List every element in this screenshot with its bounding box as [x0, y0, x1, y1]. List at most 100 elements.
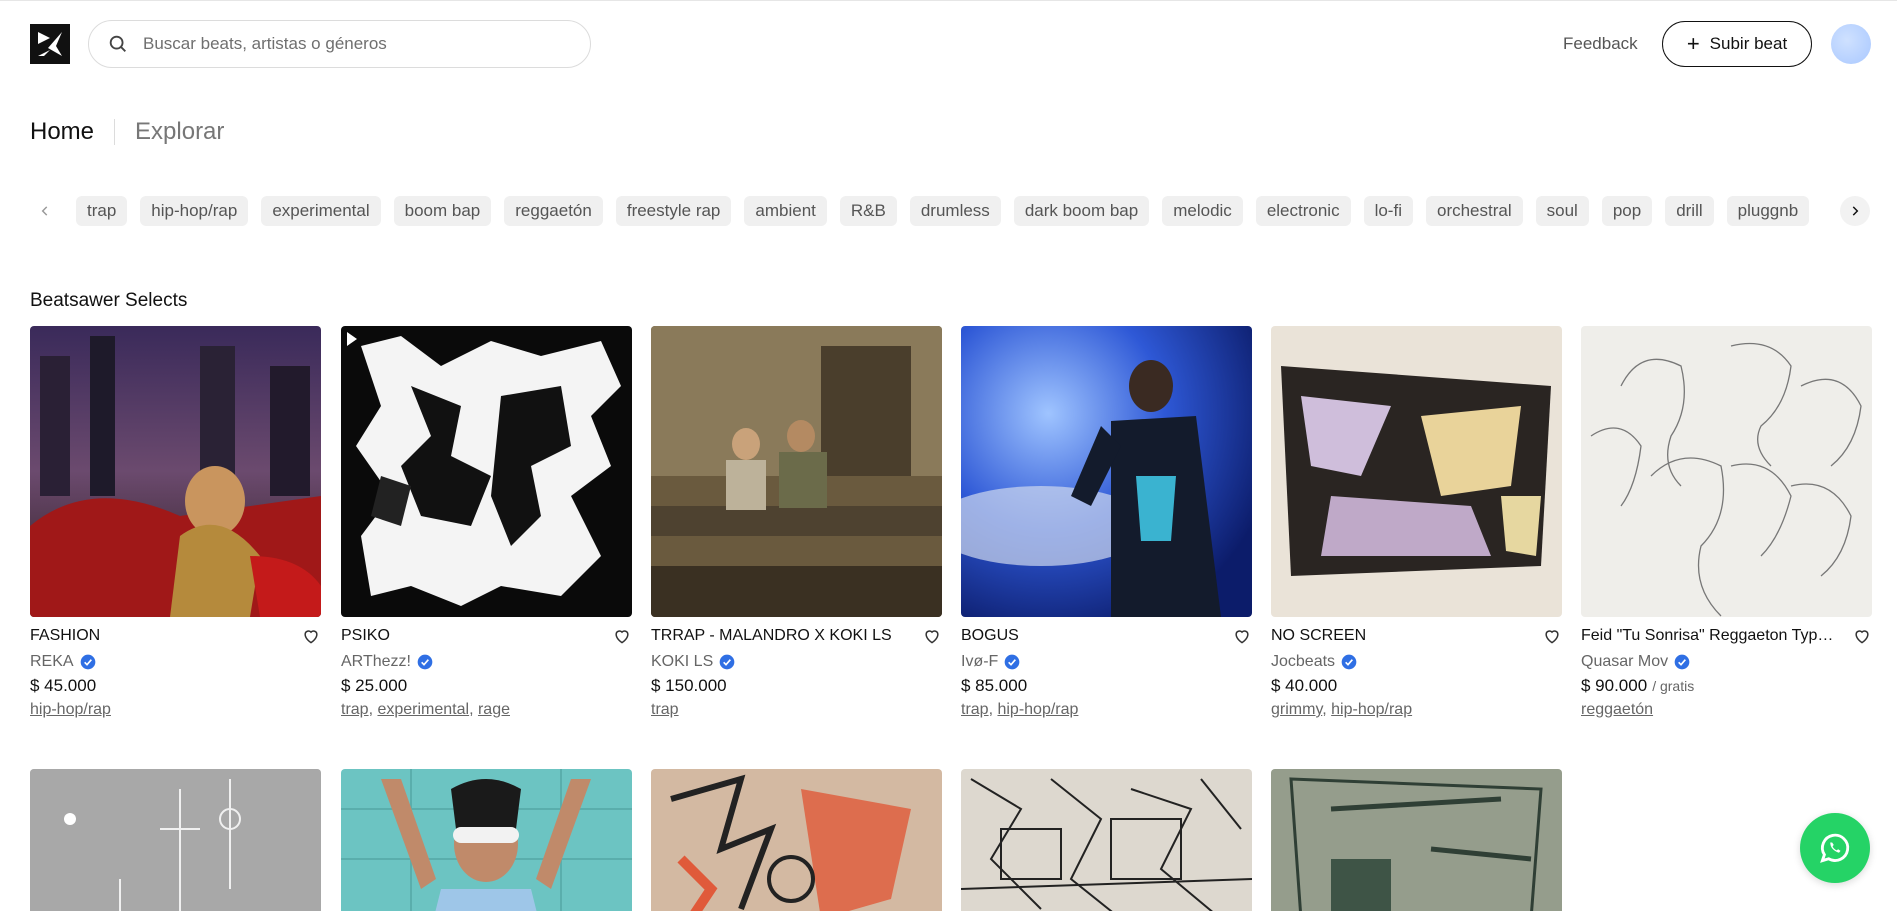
genre-tag[interactable]: trap	[961, 701, 989, 718]
beat-price: $ 90.000	[1581, 676, 1648, 695]
beat-price: $ 25.000	[341, 676, 408, 695]
beat-card[interactable]: PSIKO ARThezz! $ 25.000 trap, experiment…	[341, 326, 632, 719]
genre-chip[interactable]: melodic	[1162, 196, 1243, 226]
section-title: Beatsawer Selects	[30, 290, 188, 311]
genre-tag[interactable]: reggaetón	[1581, 701, 1653, 718]
scroll-right-button[interactable]	[1840, 196, 1870, 226]
genre-tag[interactable]: experimental	[377, 701, 469, 718]
genre-tag[interactable]: hip-hop/rap	[1331, 701, 1412, 718]
heart-icon[interactable]	[1542, 626, 1562, 646]
search-icon	[109, 35, 126, 52]
beat-price: $ 85.000	[961, 676, 1028, 695]
beat-price: $ 45.000	[30, 676, 97, 695]
beat-tags: grimmy, hip-hop/rap	[1271, 701, 1413, 718]
beat-title[interactable]: PSIKO	[341, 627, 601, 645]
verified-badge-icon	[719, 654, 735, 670]
beat-artist[interactable]: REKA	[30, 653, 74, 671]
genre-tag[interactable]: hip-hop/rap	[997, 701, 1078, 718]
genre-chip[interactable]: trap	[76, 196, 128, 226]
chevron-left-icon	[41, 206, 48, 216]
verified-badge-icon	[417, 654, 433, 670]
whatsapp-icon	[1820, 833, 1850, 863]
beat-card[interactable]: NO SCREEN Jocbeats $ 40.000 grimmy, hip-…	[1271, 326, 1562, 719]
beat-card[interactable]: Feid "Tu Sonrisa" Reggaeton Type Beat Qu…	[1581, 326, 1872, 719]
genre-chip[interactable]: drill	[1665, 196, 1714, 226]
beat-cover-image[interactable]	[341, 769, 632, 911]
genre-chip[interactable]: dark boom bap	[1013, 196, 1150, 226]
beat-price: $ 150.000	[651, 676, 727, 695]
beat-cover-image[interactable]	[961, 326, 1252, 617]
beat-tags: trap, experimental, rage	[341, 701, 510, 718]
tab-explore[interactable]: Explorar	[135, 118, 224, 146]
genre-tag[interactable]: trap	[341, 701, 369, 718]
beatsawer-logo[interactable]	[30, 24, 70, 64]
genre-chip[interactable]: drumless	[909, 196, 1001, 226]
genre-chip[interactable]: pop	[1601, 196, 1653, 226]
whatsapp-chat-button[interactable]	[1800, 813, 1870, 883]
beat-title[interactable]: Feid "Tu Sonrisa" Reggaeton Type Beat	[1581, 627, 1841, 645]
genre-chip[interactable]: freestyle rap	[615, 196, 732, 226]
tab-home[interactable]: Home	[30, 118, 94, 146]
beat-cover-image[interactable]	[651, 326, 942, 617]
plus-icon: +	[1686, 31, 1700, 56]
search-input[interactable]	[143, 34, 563, 54]
beat-title[interactable]: BOGUS	[961, 627, 1221, 645]
genre-chip[interactable]: boom bap	[393, 196, 492, 226]
beat-card[interactable]: BOGUS Ivø-F $ 85.000 trap, hip-hop/rap	[961, 326, 1252, 719]
verified-badge-icon	[1341, 654, 1357, 670]
beat-cover-image[interactable]	[341, 326, 632, 617]
beat-tags: hip-hop/rap	[30, 701, 321, 719]
beat-card[interactable]: FASHION REKA $ 45.000 hip-hop/rap	[30, 326, 321, 719]
search-bar[interactable]	[88, 20, 591, 68]
beat-price: $ 40.000	[1271, 676, 1338, 695]
scroll-left-button[interactable]	[30, 196, 60, 226]
genre-chip[interactable]: hip-hop/rap	[140, 196, 249, 226]
chevron-right-icon	[1852, 206, 1859, 216]
genre-chip-list: trap hip-hop/rap experimental boom bap regga…	[76, 196, 1810, 226]
nav-divider	[114, 119, 116, 145]
user-avatar[interactable]	[1831, 24, 1871, 64]
genre-chip[interactable]: experimental	[261, 196, 381, 226]
feedback-link[interactable]: Feedback	[1563, 34, 1638, 54]
genre-chip[interactable]: R&B	[839, 196, 897, 226]
beat-cover-image[interactable]	[1581, 326, 1872, 617]
beat-tags: reggaetón	[1581, 701, 1872, 719]
genre-tag[interactable]: hip-hop/rap	[30, 701, 111, 718]
heart-icon[interactable]	[301, 626, 321, 646]
beat-artist[interactable]: Ivø-F	[961, 653, 998, 671]
genre-chip[interactable]: electronic	[1255, 196, 1351, 226]
heart-icon[interactable]	[922, 626, 942, 646]
upload-beat-button[interactable]: + Subir beat	[1662, 21, 1812, 67]
genre-chip[interactable]: ambient	[744, 196, 827, 226]
main-nav: Home Explorar	[30, 118, 224, 146]
beat-title[interactable]: FASHION	[30, 627, 290, 645]
genre-tag[interactable]: trap	[651, 701, 679, 718]
genre-chip[interactable]: reggaetón	[504, 196, 603, 226]
beat-artist[interactable]: Jocbeats	[1271, 653, 1335, 671]
genre-chip[interactable]: soul	[1535, 196, 1589, 226]
verified-badge-icon	[80, 654, 95, 670]
beat-cover-image[interactable]	[961, 769, 1252, 911]
genre-chip[interactable]: lo-fi	[1363, 196, 1413, 226]
top-header: Feedback + Subir beat	[0, 0, 1897, 86]
heart-icon[interactable]	[612, 626, 632, 646]
beat-cover-image[interactable]	[1271, 326, 1562, 617]
beat-cover-image[interactable]	[30, 326, 321, 617]
genre-chip[interactable]: pluggnb	[1726, 196, 1810, 226]
beat-title[interactable]: NO SCREEN	[1271, 627, 1531, 645]
heart-icon[interactable]	[1232, 626, 1252, 646]
beat-cover-image[interactable]	[30, 769, 321, 911]
beat-cover-image[interactable]	[1271, 769, 1562, 911]
beat-artist[interactable]: Quasar Mov	[1581, 653, 1668, 671]
beat-free-label: / gratis	[1652, 678, 1695, 694]
genre-tag[interactable]: rage	[478, 701, 510, 718]
beat-card[interactable]: TRRAP - MALANDRO X KOKI LS KOKI LS $ 150…	[651, 326, 942, 719]
beat-artist[interactable]: KOKI LS	[651, 653, 713, 671]
genre-filter-bar: trap hip-hop/rap experimental boom bap regga…	[30, 196, 1870, 228]
genre-tag[interactable]: grimmy	[1271, 701, 1322, 718]
genre-chip[interactable]: orchestral	[1425, 196, 1523, 226]
beat-cover-image[interactable]	[651, 769, 942, 911]
beat-title[interactable]: TRRAP - MALANDRO X KOKI LS	[651, 627, 911, 645]
heart-icon[interactable]	[1852, 626, 1872, 646]
beat-artist[interactable]: ARThezz!	[341, 653, 411, 671]
